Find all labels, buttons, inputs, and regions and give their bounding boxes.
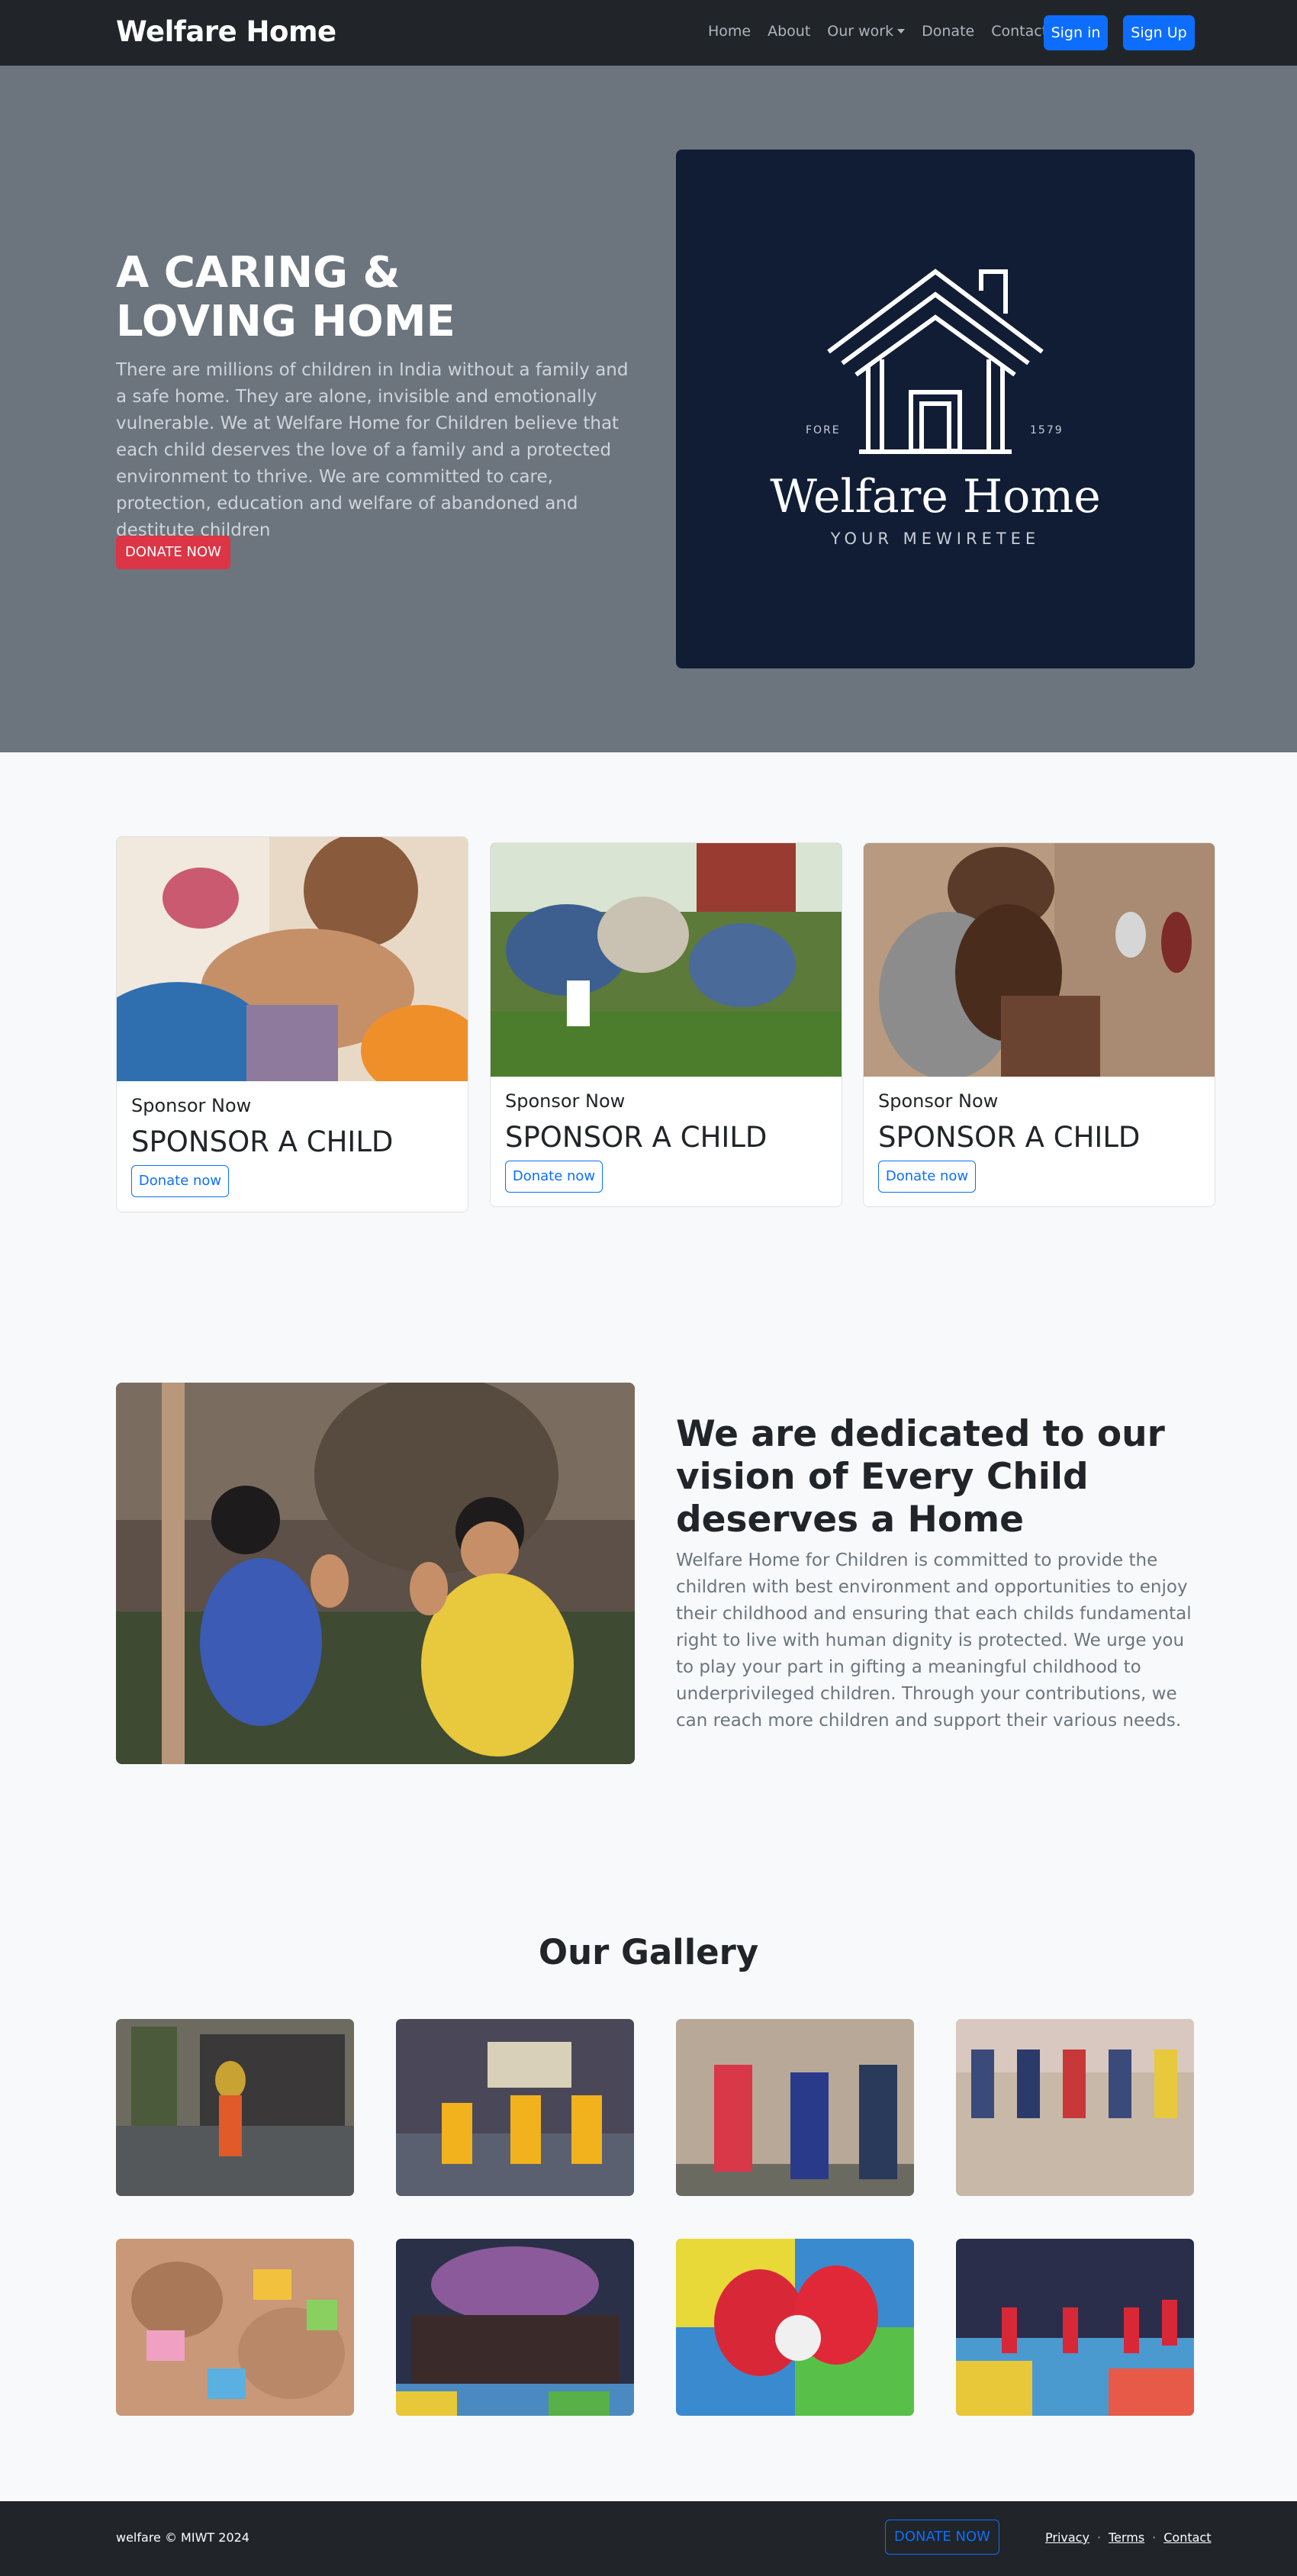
privacy-link[interactable]: Privacy <box>1045 2530 1089 2545</box>
card-subtitle: Sponsor Now <box>131 1095 252 1116</box>
card-subtitle: Sponsor Now <box>878 1090 999 1112</box>
donate-now-button[interactable]: Donate now <box>131 1165 229 1197</box>
mother-child-photo <box>864 843 1215 1077</box>
gallery-image[interactable] <box>956 2019 1194 2196</box>
contact-link[interactable]: Contact <box>1163 2530 1211 2545</box>
hero-text: There are millions of children in India … <box>116 360 629 540</box>
hero-title: A CARING & LOVING HOME <box>116 248 455 346</box>
gallery-image[interactable] <box>396 2019 634 2196</box>
donate-now-button[interactable]: DONATE NOW <box>116 536 230 569</box>
gallery-image[interactable] <box>676 2019 914 2196</box>
nav-our-work-dropdown[interactable]: Our work <box>827 23 906 40</box>
vision-text: Welfare Home for Children is committed t… <box>676 1550 1192 1731</box>
santa-kids-floor-photo <box>676 2239 914 2416</box>
hero-section: A CARING & LOVING HOME There are million… <box>0 66 1297 752</box>
vision-title: We are dedicated to our vision of Every … <box>676 1413 1165 1541</box>
sponsor-card: Sponsor Now SPONSOR A CHILD Donate now <box>863 842 1215 1207</box>
separator-dot: · <box>1152 2530 1157 2545</box>
welfare-home-logo: FORE 1579 Welfare Home YOUR MEWIRETEE <box>676 150 1195 668</box>
gallery-title: Our Gallery <box>538 1932 759 1972</box>
footer-donate-button[interactable]: DONATE NOW <box>885 2520 999 2555</box>
signup-button[interactable]: Sign Up <box>1123 15 1195 50</box>
terms-link[interactable]: Terms <box>1109 2530 1144 2545</box>
sponsor-card: Sponsor Now SPONSOR A CHILD Donate now <box>490 842 842 1207</box>
santa-kids-stage-photo <box>956 2239 1194 2416</box>
gallery-image[interactable] <box>116 2019 354 2196</box>
logo-left-text: FORE <box>806 424 841 436</box>
card-title: SPONSOR A CHILD <box>131 1125 394 1158</box>
kids-group-outdoor-photo <box>956 2019 1194 2196</box>
card-title: SPONSOR A CHILD <box>878 1121 1141 1154</box>
donate-now-button[interactable]: Donate now <box>878 1161 976 1193</box>
logo-tagline: YOUR MEWIRETEE <box>830 530 1041 548</box>
yellow-costume-dance-photo <box>396 2019 634 2196</box>
gallery-image[interactable] <box>116 2239 354 2416</box>
gallery-image[interactable] <box>956 2239 1194 2416</box>
navbar: Welfare Home Home About Our work Donate … <box>0 0 1297 66</box>
kids-costumes-photo <box>676 2019 914 2196</box>
separator-dot: · <box>1096 2530 1102 2545</box>
gallery-image[interactable] <box>676 2239 914 2416</box>
nav-home[interactable]: Home <box>708 23 751 40</box>
celebration-group-photo <box>396 2239 634 2416</box>
nav-donate[interactable]: Donate <box>922 23 974 40</box>
children-hands-photo <box>117 837 468 1081</box>
children-clapping-photo <box>116 1383 635 1764</box>
logo-name: Welfare Home <box>770 470 1101 523</box>
nav-about[interactable]: About <box>768 23 810 40</box>
card-title: SPONSOR A CHILD <box>505 1121 768 1154</box>
signin-button[interactable]: Sign in <box>1044 15 1108 50</box>
footer-links: Privacy · Terms · Contact <box>1045 2530 1212 2545</box>
vision-image <box>116 1383 635 1764</box>
brand-logo[interactable]: Welfare Home <box>116 15 336 48</box>
nav-links: Home About Our work Donate Contact us <box>708 23 1069 40</box>
donate-now-button[interactable]: Donate now <box>505 1161 603 1193</box>
house-icon <box>827 269 1044 454</box>
copyright-text: welfare © MIWT 2024 <box>116 2530 249 2545</box>
logo-right-text: 1579 <box>1030 424 1064 436</box>
footer: welfare © MIWT 2024 DONATE NOW Privacy ·… <box>0 2501 1297 2576</box>
sponsor-card: Sponsor Now SPONSOR A CHILD Donate now <box>116 836 468 1212</box>
card-subtitle: Sponsor Now <box>505 1090 626 1112</box>
gallery-image[interactable] <box>396 2239 634 2416</box>
children-gardening-photo <box>491 843 842 1077</box>
dance-performance-photo <box>116 2019 354 2196</box>
craft-wristbands-photo <box>116 2239 354 2416</box>
nav-our-work-label: Our work <box>827 23 894 40</box>
chevron-down-icon <box>897 29 906 34</box>
